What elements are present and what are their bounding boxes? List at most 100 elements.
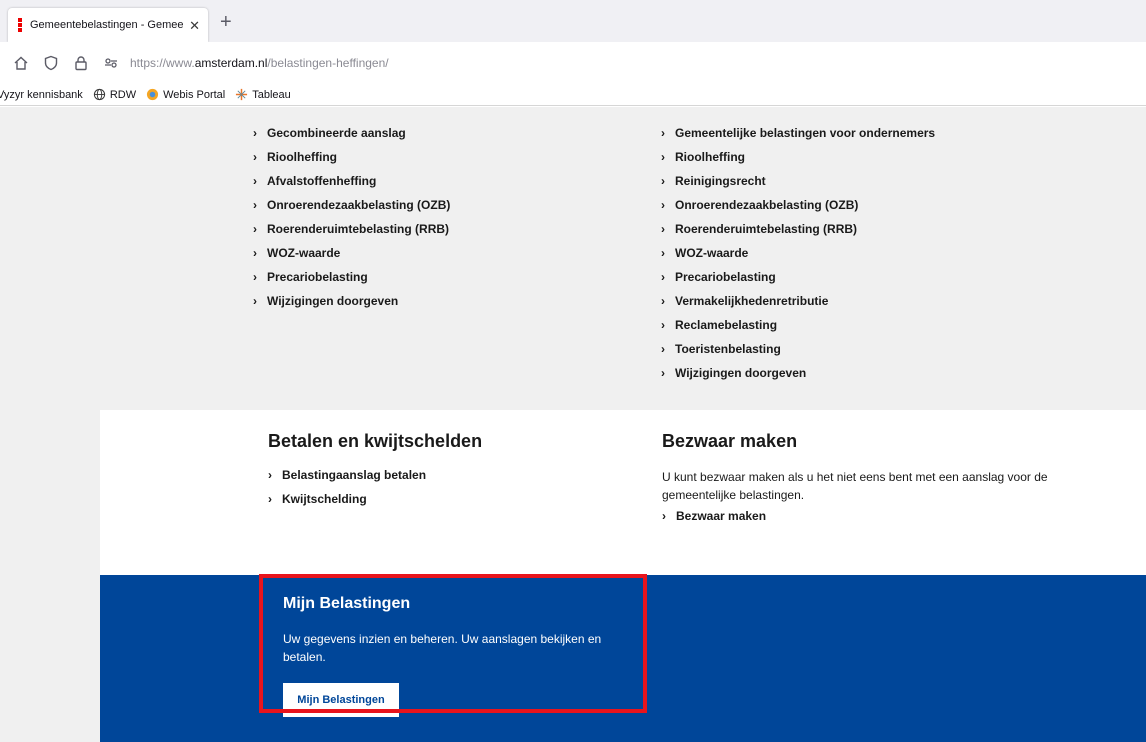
url-path: /belastingen-heffingen/ xyxy=(267,56,389,70)
business-link-1[interactable]: › Rioolheffing xyxy=(661,145,935,169)
bookmark-label: Vyzyr kennisbank xyxy=(0,88,83,101)
new-tab-button[interactable]: + xyxy=(220,12,232,32)
chevron-right-icon: › xyxy=(661,270,665,284)
amsterdam-favicon-icon xyxy=(18,18,22,32)
site-permissions-icon[interactable] xyxy=(102,54,120,72)
globe-icon xyxy=(93,88,106,101)
bookmark-webis-portal[interactable]: Webis Portal xyxy=(146,88,225,101)
business-link-0[interactable]: › Gemeentelijke belastingen voor ondernem… xyxy=(661,121,935,145)
link-label: Gecombineerde aanslag xyxy=(267,126,406,140)
business-link-7[interactable]: › Vermakelijkhedenretributie xyxy=(661,289,935,313)
betalen-links: › Belastingaanslag betalen › Kwijtschelding xyxy=(268,463,426,511)
page-content: › Gecombineerde aanslag › Rioolheffing › Afva… xyxy=(0,107,1146,742)
link-label: WOZ-waarde xyxy=(675,246,749,260)
browser-tab-bar: Gemeentebelastingen - Gemee ✕ + xyxy=(0,0,1146,42)
lock-icon[interactable] xyxy=(72,54,90,72)
link-label: Belastingaanslag betalen xyxy=(282,468,427,482)
chevron-right-icon: › xyxy=(253,222,257,236)
betalen-link-0[interactable]: › Belastingaanslag betalen xyxy=(268,463,426,487)
business-link-3[interactable]: › Onroerendezaakbelasting (OZB) xyxy=(661,193,935,217)
highlight-box xyxy=(259,574,647,713)
business-link-9[interactable]: › Toeristenbelasting xyxy=(661,337,935,361)
chevron-right-icon: › xyxy=(661,174,665,188)
bezwaar-links: › Bezwaar maken xyxy=(662,504,766,528)
link-label: WOZ-waarde xyxy=(267,246,341,260)
business-link-10[interactable]: › Wijzigingen doorgeven xyxy=(661,361,935,385)
chevron-right-icon: › xyxy=(661,222,665,236)
link-label: Precariobelasting xyxy=(675,270,776,284)
bookmark-label: Webis Portal xyxy=(163,88,226,101)
business-link-5[interactable]: › WOZ-waarde xyxy=(661,241,935,265)
url-prefix: https://www. xyxy=(130,56,195,70)
chevron-right-icon: › xyxy=(253,174,257,188)
link-label: Afvalstoffenheffing xyxy=(267,174,377,188)
chevron-right-icon: › xyxy=(268,468,272,482)
link-label: Rioolheffing xyxy=(267,150,337,164)
url-domain: amsterdam.nl xyxy=(194,56,268,70)
chevron-right-icon: › xyxy=(661,246,665,260)
link-label: Wijzigingen doorgeven xyxy=(675,366,807,380)
tab-title: Gemeentebelastingen - Gemee xyxy=(30,19,184,31)
link-label: Precariobelasting xyxy=(267,270,368,284)
chevron-right-icon: › xyxy=(253,198,257,212)
link-label: Rioolheffing xyxy=(675,150,745,164)
link-label: Vermakelijkhedenretributie xyxy=(675,294,829,308)
residents-link-1[interactable]: › Rioolheffing xyxy=(253,145,450,169)
business-tax-links: › Gemeentelijke belastingen voor ondernem… xyxy=(661,121,935,385)
bookmark-tableau[interactable]: Tableau xyxy=(235,88,291,101)
betalen-link-1[interactable]: › Kwijtschelding xyxy=(268,487,426,511)
link-label: Bezwaar maken xyxy=(676,509,767,523)
chevron-right-icon: › xyxy=(253,126,257,140)
tableau-icon xyxy=(235,88,248,101)
browser-nav-bar: https://www.amsterdam.nl/belastingen-hef… xyxy=(0,42,1146,84)
chevron-right-icon: › xyxy=(253,270,257,284)
betalen-heading: Betalen en kwijtschelden xyxy=(268,431,483,451)
chevron-right-icon: › xyxy=(661,198,665,212)
link-bezwaar-maken[interactable]: › Bezwaar maken xyxy=(662,504,766,528)
chevron-right-icon: › xyxy=(662,509,666,523)
chevron-right-icon: › xyxy=(661,318,665,332)
residents-link-6[interactable]: › Precariobelasting xyxy=(253,265,450,289)
business-link-6[interactable]: › Precariobelasting xyxy=(661,265,935,289)
url-bar[interactable]: https://www.amsterdam.nl/belastingen-hef… xyxy=(130,56,389,70)
home-icon[interactable] xyxy=(12,54,30,72)
business-link-4[interactable]: › Roerenderuimtebelasting (RRB) xyxy=(661,217,935,241)
residents-tax-links: › Gecombineerde aanslag › Rioolheffing › Afva… xyxy=(253,121,450,313)
link-label: Wijzigingen doorgeven xyxy=(267,294,399,308)
residents-link-5[interactable]: › WOZ-waarde xyxy=(253,241,450,265)
chevron-right-icon: › xyxy=(661,150,665,164)
chevron-right-icon: › xyxy=(268,492,272,506)
chevron-right-icon: › xyxy=(253,294,257,308)
business-link-8[interactable]: › Reclamebelasting xyxy=(661,313,935,337)
link-label: Reclamebelasting xyxy=(675,318,778,332)
link-label: Onroerendezaakbelasting (OZB) xyxy=(675,198,859,212)
shield-icon[interactable] xyxy=(42,54,60,72)
residents-link-2[interactable]: › Afvalstoffenheffing xyxy=(253,169,450,193)
chevron-right-icon: › xyxy=(661,294,665,308)
bookmark-label: RDW xyxy=(109,88,137,101)
link-label: Roerenderuimtebelasting (RRB) xyxy=(675,222,858,236)
residents-link-7[interactable]: › Wijzigingen doorgeven xyxy=(253,289,450,313)
link-label: Onroerendezaakbelasting (OZB) xyxy=(267,198,451,212)
link-label: Kwijtschelding xyxy=(282,492,367,506)
browser-tab[interactable]: Gemeentebelastingen - Gemee ✕ xyxy=(8,8,208,42)
link-label: Gemeentelijke belastingen voor onderneme… xyxy=(675,126,936,140)
left-gutter xyxy=(0,107,100,742)
bookmarks-bar: Vyzyr kennisbank RDW Webis Portal Tablea… xyxy=(0,84,1146,106)
bezwaar-description: U kunt bezwaar maken als u het niet eens… xyxy=(662,470,1048,502)
chevron-right-icon: › xyxy=(661,342,665,356)
bookmark-vyzyr[interactable]: Vyzyr kennisbank xyxy=(0,89,83,101)
chevron-right-icon: › xyxy=(253,150,257,164)
link-label: Reinigingsrecht xyxy=(675,174,766,188)
bezwaar-heading: Bezwaar maken xyxy=(662,431,798,451)
business-link-2[interactable]: › Reinigingsrecht xyxy=(661,169,935,193)
chevron-right-icon: › xyxy=(253,246,257,260)
residents-link-0[interactable]: › Gecombineerde aanslag xyxy=(253,121,450,145)
close-icon[interactable]: ✕ xyxy=(189,19,200,32)
webis-icon xyxy=(146,88,159,101)
residents-link-4[interactable]: › Roerenderuimtebelasting (RRB) xyxy=(253,217,450,241)
bookmark-rdw[interactable]: RDW xyxy=(93,88,136,101)
link-label: Toeristenbelasting xyxy=(675,342,781,356)
residents-link-3[interactable]: › Onroerendezaakbelasting (OZB) xyxy=(253,193,450,217)
bookmark-label: Tableau xyxy=(252,88,291,101)
